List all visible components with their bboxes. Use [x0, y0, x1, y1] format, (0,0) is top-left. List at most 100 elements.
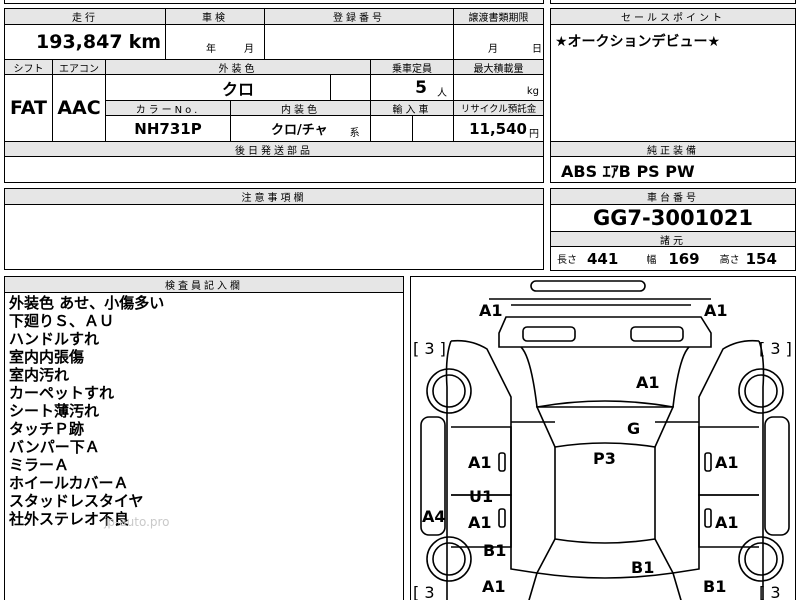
label-tire-front-left: [ 3 ]	[413, 339, 446, 358]
shift-value: FAT	[10, 97, 47, 119]
interior-color-value: クロ/チャ	[271, 123, 328, 138]
inspector-body: 外装色 あせ、小傷多い 下廻りＳ、ＡＵ ハンドルすれ 室内内張傷 室内汚れ カーペットすれ…	[4, 292, 404, 600]
inspection-month-unit: 月	[244, 44, 254, 55]
aircon-label: エアコン	[52, 59, 106, 75]
max-load-cell: kg	[453, 74, 544, 101]
label-front-left: A1	[479, 301, 503, 320]
label-door-rl: A1	[468, 513, 492, 532]
mileage-unit: km	[128, 31, 161, 53]
label-tire-rear-right: [ 3	[759, 583, 781, 600]
mileage-cell: 193,847 km	[4, 24, 166, 60]
width-value: 169	[668, 249, 700, 268]
inspector-note: スタッドレスタイヤ	[9, 492, 144, 510]
length-label: 長さ	[557, 255, 577, 266]
inspector-note: ハンドルすれ	[9, 330, 100, 348]
shift-label: シフト	[4, 59, 53, 75]
car-diagram: A1 A1 [ 3 ] [ 3 ] A1 G P3 A1 A1 U1 A1 A1…	[410, 276, 796, 600]
inspector-note: 下廻りＳ、ＡＵ	[9, 312, 115, 330]
transfer-deadline-cell: 月 日	[453, 24, 544, 60]
exterior-color-cell: クロ	[105, 74, 331, 101]
label-door-rr: A1	[715, 513, 739, 532]
recycle-unit: 円	[529, 129, 539, 140]
inspector-note: 室内汚れ	[9, 366, 70, 384]
label-rear-right: B1	[703, 577, 727, 596]
label-front-right: A1	[704, 301, 728, 320]
chassis-value: GG7-3001021	[592, 206, 754, 230]
caution-body	[4, 204, 544, 270]
label-quarter-left: B1	[483, 541, 507, 560]
label-tire-rear-left: [ 3	[413, 583, 435, 600]
color-no-label: カラーNo.	[105, 100, 231, 116]
label-hood: A1	[636, 373, 660, 392]
mileage-value: 193,847	[36, 31, 123, 53]
dims-label: 諸元	[550, 231, 796, 247]
inspector-note: シート薄汚れ	[9, 402, 100, 420]
aircon-value: AAC	[57, 97, 101, 119]
registration-label: 登録番号	[264, 8, 454, 25]
recycle-value: 11,540	[469, 119, 527, 138]
inspector-note: ミラーＡ	[9, 456, 70, 474]
label-door-fr: A1	[715, 453, 739, 472]
capacity-cell: 5 人	[370, 74, 454, 101]
sales-point-text: ★オークションデビュー★	[555, 34, 721, 50]
mileage-label: 走行	[4, 8, 166, 25]
caution-label: 注意事項欄	[4, 188, 544, 205]
chassis-cell: GG7-3001021	[550, 204, 796, 232]
label-door-rl-upper: U1	[469, 487, 494, 506]
label-tire-front-right: [ 3 ]	[759, 339, 792, 358]
transfer-deadline-label: 譲渡書類期限	[453, 8, 544, 25]
label-rear-center: B1	[631, 558, 655, 577]
inspector-label: 検査員記入欄	[4, 276, 404, 293]
label-roof: P3	[593, 449, 616, 468]
aircon-cell: AAC	[52, 74, 106, 142]
top-cutoff-row	[4, 0, 544, 4]
exterior-color-value: クロ	[221, 79, 254, 99]
inspector-notes-list: 外装色 あせ、小傷多い 下廻りＳ、ＡＵ ハンドルすれ 室内内張傷 室内汚れ カーペットすれ…	[9, 294, 399, 528]
inspector-note: 室内内張傷	[9, 348, 85, 366]
inspector-note: カーペットすれ	[9, 384, 115, 402]
import-cell-b	[412, 115, 454, 142]
label-side-left: A4	[422, 507, 446, 526]
inspection-cell: 年 月	[165, 24, 265, 60]
max-load-unit: kg	[526, 86, 539, 97]
watermark: jp-auto.pro	[104, 515, 170, 529]
equipment-value: ABS ｴｱB PS PW	[561, 161, 695, 181]
inspector-note: タッチＰ跡	[9, 420, 85, 438]
inspector-note: 社外ステレオ不良	[9, 510, 130, 528]
capacity-unit: 人	[437, 88, 447, 99]
dims-cell: 長さ 441 幅 169 高さ 154	[550, 246, 796, 271]
width-label: 幅	[646, 255, 657, 266]
equipment-label: 純正装備	[550, 141, 796, 157]
recycle-label: リサイクル預託金	[453, 100, 544, 116]
height-value: 154	[745, 249, 777, 268]
sales-point-body: ★オークションデビュー★	[550, 24, 796, 142]
car-outline-svg	[420, 280, 790, 600]
registration-cell	[264, 24, 454, 60]
label-door-fl: A1	[468, 453, 492, 472]
transfer-day-unit: 日	[532, 44, 542, 55]
label-rear-left: A1	[482, 577, 506, 596]
max-load-label: 最大積載量	[453, 59, 544, 75]
inspector-note: 外装色 あせ、小傷多い	[9, 294, 165, 312]
inspector-note: バンパー下Ａ	[9, 438, 100, 456]
interior-color-suffix: 系	[349, 128, 360, 139]
later-parts-label: 後日発送部品	[4, 141, 544, 157]
capacity-value: 5	[415, 77, 427, 98]
shift-cell: FAT	[4, 74, 53, 142]
equipment-cell: ABS ｴｱB PS PW	[550, 156, 796, 183]
exterior-color-extra	[330, 74, 371, 101]
height-label: 高さ	[719, 255, 740, 266]
label-windshield: G	[627, 419, 641, 438]
transfer-month-unit: 月	[488, 44, 498, 55]
chassis-label: 車台番号	[550, 188, 796, 205]
top-cutoff-right	[550, 0, 796, 4]
length-value: 441	[587, 249, 619, 268]
exterior-color-label: 外装色	[105, 59, 371, 75]
interior-color-label: 内装色	[230, 100, 371, 116]
sales-point-label: セールスポイント	[550, 8, 796, 25]
interior-color-cell: クロ/チャ 系	[230, 115, 371, 142]
color-no-cell: NH731P	[105, 115, 231, 142]
inspector-note: ホイールカバーＡ	[9, 474, 129, 492]
recycle-cell: 11,540 円	[453, 115, 544, 142]
capacity-label: 乗車定員	[370, 59, 454, 75]
